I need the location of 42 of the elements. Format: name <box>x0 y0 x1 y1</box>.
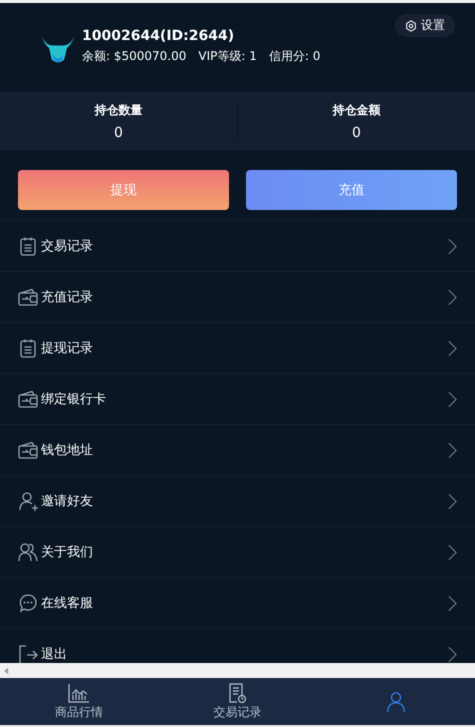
chevron-right-icon <box>448 442 457 458</box>
stat-value: 0 <box>352 124 361 140</box>
chart-icon <box>68 682 90 702</box>
menu-item[interactable]: 交易记录 <box>0 221 475 272</box>
chevron-right-icon <box>448 492 457 510</box>
logout-icon <box>18 644 38 663</box>
users-icon <box>18 542 38 562</box>
add-user-icon <box>18 491 38 511</box>
scroll-left-arrow-icon[interactable] <box>4 666 9 674</box>
credit-score-text: 信用分: 0 <box>268 48 320 65</box>
wallet-icon <box>18 440 38 460</box>
wallet-icon <box>18 389 38 409</box>
wallet-icon <box>18 287 38 307</box>
settings-button[interactable]: 设置 <box>395 14 455 37</box>
menu-item[interactable]: 提现记录 <box>0 323 475 374</box>
chevron-right-icon <box>448 646 457 662</box>
nav-tab[interactable]: 交易记录 <box>158 678 317 725</box>
nav-tab[interactable]: 商品行情 <box>0 678 158 725</box>
menu-item[interactable]: 关于我们 <box>0 527 475 578</box>
chevron-right-icon <box>448 288 457 306</box>
chevron-right-icon <box>448 390 457 408</box>
stat-value: 0 <box>114 124 123 140</box>
chevron-right-icon <box>448 340 457 356</box>
chevron-right-icon <box>448 238 457 254</box>
menu-item[interactable]: 钱包地址 <box>0 425 475 476</box>
clipboard-icon <box>18 338 38 358</box>
stat-label: 持仓金额 <box>332 102 380 118</box>
menu-item[interactable]: 充值记录 <box>0 272 475 323</box>
menu-item[interactable]: 绑定银行卡 <box>0 374 475 425</box>
menu-item[interactable]: 邀请好友 <box>0 476 475 527</box>
settings-icon <box>405 20 417 32</box>
chevron-right-icon <box>448 544 457 560</box>
chat-icon <box>18 593 38 613</box>
stat-label: 持仓数量 <box>94 102 142 118</box>
person-icon <box>384 692 407 712</box>
clipboard-icon <box>18 236 38 256</box>
username: 10002644(ID:2644) <box>82 28 236 44</box>
vip-level-text: VIP等级: 1 <box>198 48 257 65</box>
scrollbar[interactable] <box>0 663 475 678</box>
chevron-right-icon <box>448 594 457 612</box>
menu-item[interactable]: 在线客服 <box>0 578 475 629</box>
balance-text: 余额: $500070.00 <box>82 48 186 65</box>
